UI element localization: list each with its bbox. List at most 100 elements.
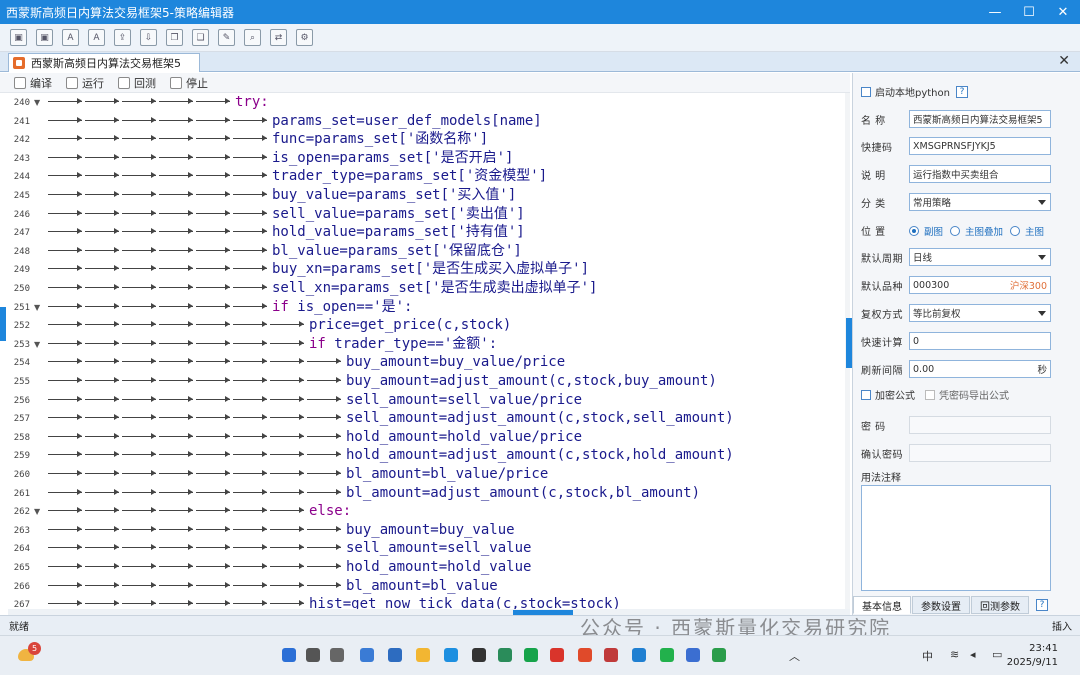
code-line[interactable]: 267 hist=get_now_tick_data(c,stock=stock) (8, 595, 850, 609)
taskbar-clock[interactable]: 23:41 2025/9/11 (1007, 642, 1058, 670)
code-line[interactable]: 244 trader_type=params_set['资金模型'] (8, 167, 850, 186)
close-tab-icon[interactable]: ✕ (1058, 53, 1070, 69)
store-icon[interactable] (360, 648, 374, 662)
code-line[interactable]: 246 sell_value=params_set['卖出值'] (8, 205, 850, 224)
fold-toggle-icon[interactable]: ▼ (34, 507, 40, 516)
edit-icon[interactable]: ✎ (218, 29, 235, 46)
search-icon[interactable] (306, 648, 320, 662)
code-line[interactable]: 251 ▼ if is_open=='是': (8, 298, 850, 317)
save-as-icon[interactable]: ▣ (36, 29, 53, 46)
period-select[interactable]: 日线 (909, 248, 1051, 266)
monitor-icon[interactable] (686, 648, 700, 662)
help-icon[interactable]: ? (955, 85, 968, 98)
tab-backtest-params[interactable]: 回测参数 (971, 596, 1029, 614)
minimize-button[interactable]: — (978, 0, 1012, 24)
radio-main-chart[interactable] (1010, 225, 1021, 236)
file-explorer-icon[interactable] (416, 648, 430, 662)
code-line[interactable]: 249 buy_xn=params_set['是否生成买入虚拟单子'] (8, 260, 850, 279)
code-line[interactable]: 254 buy_amount=buy_value/price (8, 353, 850, 372)
code-line[interactable]: 258 hold_amount=hold_value/price (8, 428, 850, 447)
terminal-icon[interactable] (712, 648, 726, 662)
weather-widget[interactable]: 5 (16, 642, 41, 664)
code-line[interactable]: 250 sell_xn=params_set['是否生成卖出虚拟单子'] (8, 279, 850, 298)
panel-help-icon[interactable]: ? (1036, 599, 1048, 611)
code-line[interactable]: 259 hold_amount=adjust_amount(c,stock,hol… (8, 446, 850, 465)
stop-button[interactable]: 停止 (170, 75, 208, 91)
fold-toggle-icon[interactable]: ▼ (34, 340, 40, 349)
office-icon[interactable] (578, 648, 592, 662)
volume-icon[interactable]: ◂ (970, 648, 976, 661)
encrypt-checkbox[interactable] (861, 389, 871, 400)
left-collapse-handle[interactable] (0, 307, 6, 341)
code-line[interactable]: 242 func=params_set['函数名称'] (8, 130, 850, 149)
name-field[interactable]: 西蒙斯高频日内算法交易框架5 (909, 110, 1051, 128)
settings-icon[interactable]: ⚙ (296, 29, 313, 46)
code-line[interactable]: 262 ▼ else: (8, 502, 850, 521)
code-line[interactable]: 261 bl_amount=adjust_amount(c,stock,bl_am… (8, 484, 850, 503)
wifi-icon[interactable]: ≋ (950, 648, 959, 661)
tab-param-settings[interactable]: 参数设置 (912, 596, 970, 614)
code-line[interactable]: 247 hold_value=params_set['持有值'] (8, 223, 850, 242)
code-line[interactable]: 241 params_set=user_def_models[name] (8, 112, 850, 131)
maximize-button[interactable]: ☐ (1012, 0, 1046, 24)
app-green-icon[interactable] (524, 648, 538, 662)
wps-icon[interactable] (550, 648, 564, 662)
app-icon[interactable] (472, 648, 486, 662)
adjust-select[interactable]: 等比前复权 (909, 304, 1051, 322)
backtest-button[interactable]: 回测 (118, 75, 156, 91)
refresh-field[interactable]: 0.00 秒 (909, 360, 1051, 378)
fold-toggle-icon[interactable]: ▼ (34, 303, 40, 312)
code-line[interactable]: 243 is_open=params_set['是否开启'] (8, 149, 850, 168)
description-field[interactable]: 运行指数中买卖组合 (909, 165, 1051, 183)
ime-indicator[interactable]: 中 (922, 648, 933, 664)
shortcut-field[interactable]: XMSGPRNSFJYKJ5 (909, 137, 1051, 155)
radio-sub-chart[interactable] (909, 225, 919, 236)
symbol-field[interactable]: 000300 沪深300 (909, 276, 1051, 294)
code-line[interactable]: 248 bl_value=params_set['保留底仓'] (8, 242, 850, 261)
task-view-icon[interactable] (330, 648, 344, 662)
find-icon[interactable]: ⌕ (244, 29, 261, 46)
font-decrease-icon[interactable]: A (62, 29, 79, 46)
export-pwd-checkbox[interactable] (925, 389, 935, 400)
code-line[interactable]: 245 buy_value=params_set['买入值'] (8, 186, 850, 205)
code-line[interactable]: 265 hold_amount=hold_value (8, 558, 850, 577)
close-window-button[interactable]: ✕ (1046, 0, 1080, 24)
start-icon[interactable] (282, 648, 296, 662)
font-increase-icon[interactable]: A (88, 29, 105, 46)
edge-dev-icon[interactable] (498, 648, 512, 662)
fold-toggle-icon[interactable]: ▼ (34, 98, 40, 107)
mail-icon[interactable] (388, 648, 402, 662)
replace-icon[interactable]: ⇄ (270, 29, 287, 46)
notes-textarea[interactable] (861, 485, 1051, 591)
code-line[interactable]: 266 bl_amount=bl_value (8, 577, 850, 596)
wechat-icon[interactable] (660, 648, 674, 662)
category-select[interactable]: 常用策略 (909, 193, 1051, 211)
tray-chevron-icon[interactable]: ︿ (789, 648, 800, 664)
vscode-icon[interactable] (632, 648, 646, 662)
copy-icon[interactable]: ❐ (166, 29, 183, 46)
code-line[interactable]: 255 buy_amount=adjust_amount(c,stock,buy_… (8, 372, 850, 391)
edge-icon[interactable] (444, 648, 458, 662)
paste-icon[interactable]: ❑ (192, 29, 209, 46)
export-icon[interactable]: ⇪ (114, 29, 131, 46)
run-button[interactable]: 运行 (66, 75, 104, 91)
radio-main-overlay[interactable] (950, 225, 961, 236)
code-line[interactable]: 253 ▼ if trader_type=='金额': (8, 335, 850, 354)
import-icon[interactable]: ⇩ (140, 29, 157, 46)
enable-python-checkbox[interactable] (861, 86, 871, 97)
code-line[interactable]: 240 ▼ try: (8, 93, 850, 112)
password-field[interactable] (909, 416, 1051, 434)
save-icon[interactable]: ▣ (10, 29, 27, 46)
code-editor[interactable]: 240 ▼ try: 241 params_set=user_def_models[na… (8, 93, 850, 609)
code-line[interactable]: 260 bl_amount=bl_value/price (8, 465, 850, 484)
fastcalc-field[interactable]: 0 (909, 332, 1051, 350)
code-line[interactable]: 256 sell_amount=sell_value/price (8, 391, 850, 410)
battery-icon[interactable]: ▭ (992, 648, 1002, 661)
quant-app-icon[interactable] (604, 648, 618, 662)
code-line[interactable]: 252 price=get_price(c,stock) (8, 316, 850, 335)
code-line[interactable]: 263 buy_amount=buy_value (8, 521, 850, 540)
compile-button[interactable]: 编译 (14, 75, 52, 91)
code-line[interactable]: 257 sell_amount=adjust_amount(c,stock,sel… (8, 409, 850, 428)
confirm-password-field[interactable] (909, 444, 1051, 462)
tab-strategy-document[interactable]: 西蒙斯高频日内算法交易框架5 (8, 53, 200, 72)
